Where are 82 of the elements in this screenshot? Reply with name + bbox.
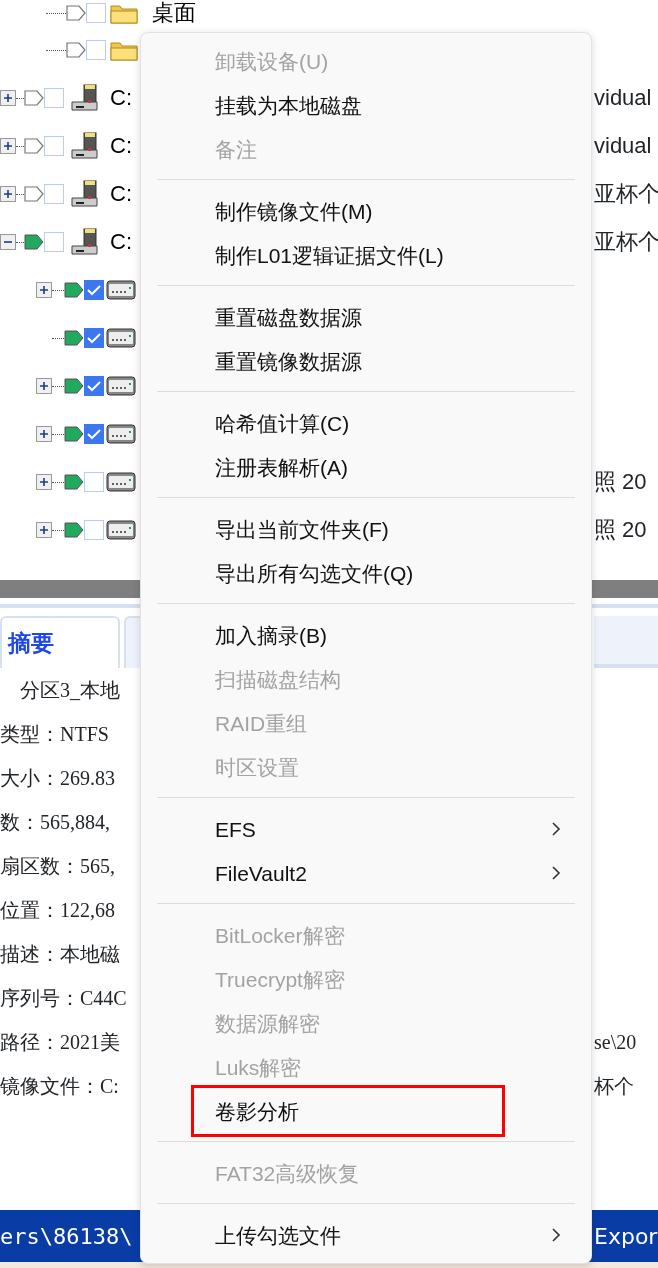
plus-icon [39,381,49,391]
checkbox[interactable] [84,472,104,492]
tab[interactable]: 摘要 [0,616,120,668]
summary-line: 描述：本地磁 [0,942,120,967]
checkbox[interactable] [84,376,104,396]
expand-toggle[interactable] [0,186,16,202]
tree-label[interactable]: vidual [594,135,658,157]
menu-item[interactable]: FileVault2 [141,851,591,895]
tree-label[interactable]: vidual [594,87,658,109]
plus-icon [3,141,13,151]
expand-toggle[interactable] [36,282,52,298]
checkbox[interactable] [44,232,64,252]
check-icon [87,284,101,296]
plus-icon [39,285,49,295]
checkbox[interactable] [84,424,104,444]
summary-line: 分区3_本地 [19,678,120,703]
tree-label[interactable]: 桌面 [152,2,196,24]
folder-icon [110,2,138,24]
summary-line: se\20 [594,1030,638,1055]
drive-icon [70,228,100,256]
summary-line: 扇区数：565, [0,854,115,879]
expand-toggle[interactable] [36,474,52,490]
expand-toggle[interactable] [36,378,52,394]
status-text: Expor [594,1222,658,1251]
expand-toggle[interactable] [0,138,16,154]
menu-item[interactable]: 制作L01逻辑证据文件(L) [141,233,591,277]
drive-icon [106,423,136,445]
menu-item[interactable]: 重置磁盘数据源 [141,295,591,339]
tree-label[interactable]: 照 20 [594,519,658,541]
tree-label[interactable]: C: [110,183,132,205]
summary-line: 位置：122,68 [0,898,115,923]
menu-item[interactable]: 加入摘录(B) [141,613,591,657]
tree-label[interactable]: C: [110,231,132,253]
checkbox[interactable] [86,3,106,23]
summary-line: 大小：269.83 [0,766,115,791]
expand-toggle[interactable] [0,90,16,106]
menu-item[interactable]: 制作镜像文件(M) [141,189,591,233]
expand-toggle[interactable] [36,522,52,538]
tree-label[interactable]: C: [110,135,132,157]
menu-item[interactable]: 重置镜像数据源 [141,339,591,383]
drive-icon [106,375,136,397]
summary-line: 序列号：C44C [0,986,127,1011]
menu-item[interactable]: 上传勾选文件 [141,1213,591,1257]
checkbox[interactable] [44,136,64,156]
summary-line: 类型：NTFS [0,722,109,747]
tree-label[interactable]: C: [110,87,132,109]
status-text: ers\86138\ [0,1222,133,1251]
drive-icon [70,180,100,208]
checkbox[interactable] [84,280,104,300]
menu-item[interactable]: 挂载为本地磁盘 [141,83,591,127]
menu-item[interactable]: 注册表解析(A) [141,445,591,489]
menu-item[interactable]: 导出当前文件夹(F) [141,507,591,551]
drive-icon [106,471,136,493]
check-icon [87,332,101,344]
plus-icon [39,525,49,535]
drive-icon [106,327,136,349]
summary-line: 路径：2021美 [0,1030,120,1055]
plus-icon [39,477,49,487]
plus-icon [3,93,13,103]
checkbox[interactable] [44,88,64,108]
drive-icon [106,279,136,301]
expand-toggle[interactable] [36,426,52,442]
drive-icon [106,519,136,541]
plus-icon [39,429,49,439]
checkbox[interactable] [84,328,104,348]
checkbox[interactable] [84,520,104,540]
menu-item[interactable]: EFS [141,807,591,851]
checkbox[interactable] [44,184,64,204]
menu-item[interactable]: 哈希值计算(C) [141,401,591,445]
drive-icon [70,132,100,160]
expand-toggle[interactable] [0,234,16,250]
check-icon [87,380,101,392]
folder-icon [110,39,138,61]
checkbox[interactable] [86,40,106,60]
summary-line: 杯个 [594,1074,635,1099]
drive-icon [70,84,100,112]
summary-line: 镜像文件：C: [0,1074,119,1099]
menu-item[interactable]: 导出所有勾选文件(Q) [141,551,591,595]
plus-icon [3,189,13,199]
tree-label[interactable]: 照 20 [594,471,658,493]
check-icon [87,428,101,440]
summary-line: 数：565,884, [0,810,110,835]
